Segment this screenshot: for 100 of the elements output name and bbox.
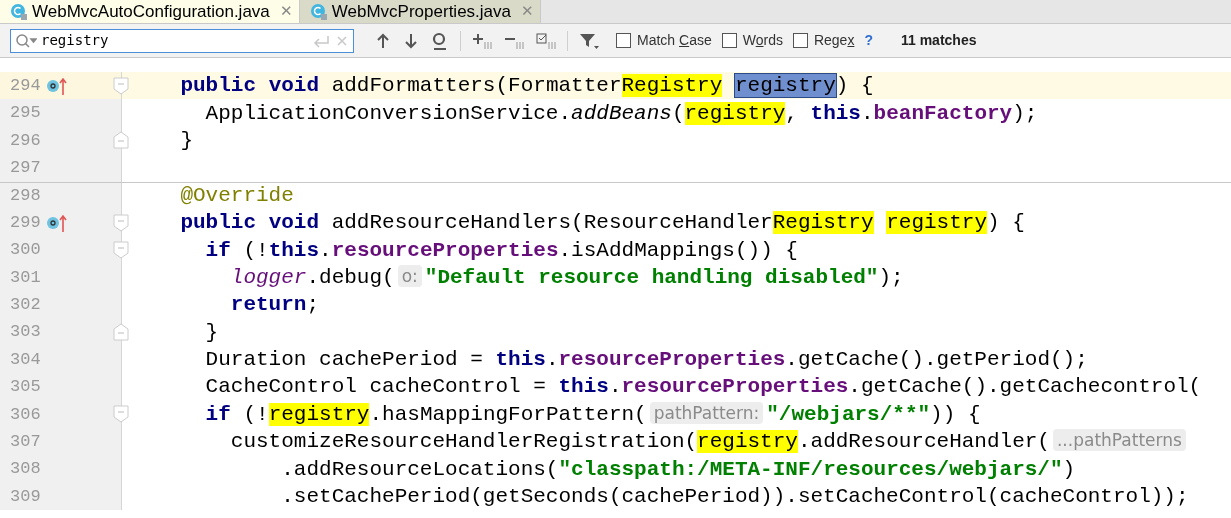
fold-marker-icon[interactable]	[113, 213, 129, 232]
code-text: (	[671, 101, 685, 125]
option-checkbox[interactable]: Match Case	[616, 30, 712, 51]
code-text: .addResourceLocations(	[280, 457, 559, 481]
fold-marker-icon[interactable]	[113, 323, 129, 342]
search-icon	[15, 32, 37, 49]
search-match: registry	[697, 430, 798, 454]
code-text: )	[1062, 457, 1076, 481]
code-text: customizeResourceHandlerRegistration(	[229, 430, 698, 454]
fold-marker-icon[interactable]	[113, 76, 129, 95]
code-text: }	[179, 128, 193, 152]
code-token: this	[268, 238, 320, 262]
line-number: 295	[10, 102, 42, 125]
code-token: resourceProperties	[331, 238, 559, 262]
line-number: 306	[10, 403, 42, 426]
code-text: .addResourceHandler(	[797, 430, 1050, 454]
option-checkbox[interactable]: Words	[721, 30, 783, 51]
code-text: ,	[785, 101, 799, 125]
code-text: (!	[242, 402, 269, 426]
code-text: .isAddMappings()) {	[558, 238, 798, 262]
match-count: 11 matches	[900, 31, 977, 50]
line-number: 305	[10, 376, 42, 399]
tab-label: WebMvcProperties.java	[331, 0, 511, 23]
code-text: .	[319, 238, 332, 262]
option-checkbox[interactable]: Regex	[792, 30, 855, 51]
code-token: if	[204, 238, 231, 262]
line-number: 302	[10, 294, 42, 317]
line-number: 296	[10, 129, 42, 152]
code-text: (!	[242, 238, 269, 262]
line-number: 298	[10, 185, 42, 207]
code-token: if	[204, 402, 231, 426]
fold-marker-icon[interactable]	[113, 241, 129, 260]
code-text: }	[204, 320, 219, 344]
code-token: beanFactory	[873, 101, 1013, 125]
line-number: 303	[10, 321, 42, 344]
code-text: .getCache().getPeriod();	[785, 348, 1088, 372]
code-token: resourceProperties	[558, 348, 786, 372]
code-text: ) {	[835, 74, 874, 98]
add-occurrence-icon[interactable]	[471, 31, 493, 50]
code-text: addResourceHandlers(ResourceHandler	[330, 211, 773, 235]
line-number: 308	[10, 458, 42, 481]
line-number: 309	[10, 485, 42, 508]
code-token: this	[810, 101, 861, 125]
code-token: @Override	[179, 184, 294, 208]
java-class-icon	[10, 2, 28, 21]
override-icon[interactable]	[46, 212, 68, 233]
code-text: ApplicationConversionService.	[204, 101, 572, 125]
code-token: void	[268, 74, 320, 98]
arrow-down-icon[interactable]	[402, 31, 420, 50]
code-text: ;	[306, 293, 320, 317]
fold-marker-icon[interactable]	[113, 131, 129, 150]
search-match: Registry	[772, 211, 874, 235]
code-token: this	[495, 348, 546, 372]
code-text: .debug(	[306, 265, 395, 289]
code-token: "/webjars/**"	[766, 402, 931, 426]
line-number: 299	[10, 211, 42, 234]
code-text: .setCachePeriod(getSeconds(cachePeriod)).setCacheControl(cacheControl));	[280, 485, 1189, 509]
code-token: "Default resource handling disabled"	[424, 265, 879, 289]
line-number: 300	[10, 239, 42, 262]
code-text: );	[878, 265, 904, 289]
parameter-hint: ...pathPatterns	[1052, 429, 1186, 452]
fold-marker-icon[interactable]	[113, 405, 129, 424]
code-text: CacheControl cacheControl =	[204, 375, 547, 399]
code-token: void	[268, 211, 320, 235]
checkbox-list-icon[interactable]	[535, 31, 557, 50]
override-icon[interactable]	[46, 75, 68, 96]
search-match: registry	[268, 402, 370, 426]
line-number: 304	[10, 348, 42, 371]
code-text: Duration cachePeriod =	[204, 348, 484, 372]
editor-tab[interactable]: WebMvcProperties.java ✕	[299, 0, 541, 23]
line-number: 301	[10, 266, 42, 289]
code-token: "classpath:/META-INF/resources/webjars/"	[558, 457, 1063, 481]
code-token: return	[229, 293, 307, 317]
line-number: 297	[10, 157, 42, 180]
code-token: this	[558, 375, 609, 399]
code-text: );	[1012, 101, 1038, 125]
code-text: )) {	[930, 402, 981, 426]
close-icon[interactable]: ✕	[279, 0, 293, 23]
search-match: registry	[684, 101, 786, 125]
code-text: .	[545, 348, 559, 372]
code-token: addBeans	[571, 101, 672, 125]
help-link[interactable]: ?	[864, 30, 873, 51]
java-class-icon	[309, 2, 328, 21]
search-match: Registry	[621, 74, 723, 98]
search-match: registry	[734, 74, 836, 98]
code-text: .hasMappingForPattern(	[369, 402, 647, 426]
code-token: public	[179, 74, 258, 98]
line-number: 294	[10, 74, 42, 97]
parameter-hint: pathPattern:	[649, 401, 764, 424]
code-text: .	[861, 101, 874, 125]
code-text: .getCache().getCachecontrol(	[848, 375, 1202, 399]
code-text: addFormatters(Formatter	[330, 74, 622, 98]
editor-tab[interactable]: WebMvcAutoConfiguration.java ✕	[0, 0, 300, 23]
code-text: .	[608, 375, 622, 399]
code-token: logger	[229, 265, 307, 289]
line-number: 307	[10, 431, 42, 453]
tab-label: WebMvcAutoConfiguration.java	[32, 0, 270, 23]
code-token: resourceProperties	[621, 375, 849, 399]
code-token: public	[179, 211, 258, 235]
search-match: registry	[886, 211, 987, 235]
